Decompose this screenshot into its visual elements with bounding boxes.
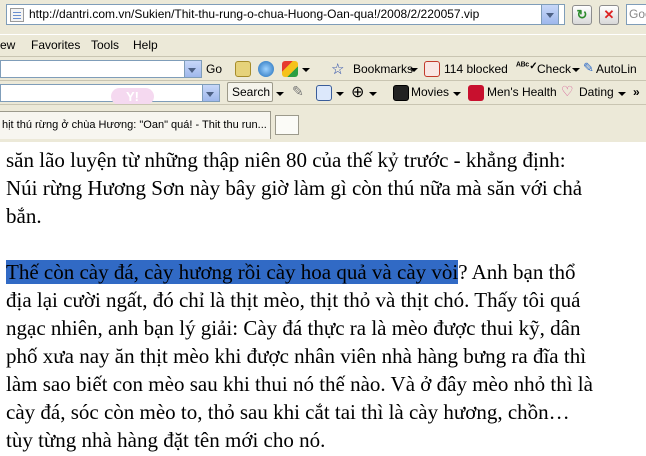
toolbar-combo[interactable] <box>0 60 202 78</box>
yahoo-logo: Y! <box>111 88 154 105</box>
refresh-button[interactable]: ↻ <box>572 5 592 25</box>
new-tab-button[interactable] <box>275 115 299 135</box>
article-line-11: tùy từng nhà hàng đặt tên mới cho nó. <box>6 428 326 452</box>
heart-icon: ♡ <box>561 83 574 99</box>
article-content: săn lão luyện từ những thập niên 80 của … <box>0 142 646 456</box>
tab-article[interactable]: hịt thú rừng ở chùa Hương: "Oan" quá! - … <box>0 111 271 139</box>
tab-bar: hịt thú rừng ở chùa Hương: "Oan" quá! - … <box>0 104 646 143</box>
url-text[interactable]: http://dantri.com.vn/Sukien/Thit-thu-run… <box>29 5 479 24</box>
menu-favorites[interactable]: Favorites <box>31 38 80 52</box>
chevron-down-icon[interactable] <box>453 92 461 96</box>
yahoo-toolbar: Y! Search ✎ ⊕ Movies Men's Health ♡ Dati… <box>0 80 646 105</box>
stop-button[interactable]: ✕ <box>599 5 619 25</box>
layout-icon[interactable] <box>316 85 332 101</box>
chevron-down-icon[interactable] <box>369 92 377 96</box>
more-icon[interactable]: » <box>633 85 640 99</box>
chevron-down-icon[interactable] <box>572 68 580 72</box>
chevron-down-icon[interactable] <box>276 92 284 96</box>
blocked-count[interactable]: 114 blocked <box>444 62 508 76</box>
chevron-down-icon[interactable] <box>336 92 344 96</box>
article-line-2: Núi rừng Hương Sơn này bây giờ làm gì cò… <box>6 176 583 200</box>
mail-icon[interactable] <box>235 61 251 77</box>
article-line-7: ngạc nhiên, anh bạn lý giải: Cày đá thực… <box>6 316 581 340</box>
selected-text[interactable]: Thế còn cày đá, cày hương rồi cày hoa qu… <box>6 260 459 284</box>
spellcheck-icon: ᴬᴮᶜ✓ <box>516 61 538 72</box>
browser-chrome: http://dantri.com.vn/Sukien/Thit-thu-run… <box>0 0 646 143</box>
article-line-8: phố xưa nay ăn thịt mèo khi được nhân vi… <box>6 344 587 368</box>
pencil-icon[interactable]: ✎ <box>292 83 304 100</box>
google-icon[interactable] <box>282 61 298 77</box>
chevron-down-icon[interactable] <box>302 68 310 72</box>
film-icon <box>393 85 409 101</box>
menu-view[interactable]: ew <box>0 38 15 52</box>
links-toolbar: Go ☆ Bookmarks 114 blocked ᴬᴮᶜ✓ Check ✎ … <box>0 56 646 81</box>
article-line-9: làm sao biết con mèo sau khi thui nó thế… <box>6 372 593 396</box>
address-dropdown-button[interactable] <box>541 4 559 25</box>
autolink-icon: ✎ <box>583 60 594 75</box>
bookmarks-button[interactable]: Bookmarks <box>353 62 413 76</box>
article-line-highlight: Thế còn cày đá, cày hương rồi cày hoa qu… <box>6 258 575 286</box>
chevron-down-icon[interactable] <box>202 85 219 101</box>
article-line-10: cày đá, sóc còn mèo to, thỏ sau khi cắt … <box>6 400 570 424</box>
address-bar[interactable]: http://dantri.com.vn/Sukien/Thit-thu-run… <box>6 4 565 25</box>
article-line-3: bắn. <box>6 204 42 228</box>
menshealth-icon <box>468 85 484 101</box>
yahoo-search-input[interactable]: Y! <box>0 84 220 105</box>
menshealth-button[interactable]: Men's Health <box>487 85 557 99</box>
address-row: http://dantri.com.vn/Sukien/Thit-thu-run… <box>0 0 646 30</box>
page-icon <box>10 8 24 22</box>
globe-icon[interactable] <box>258 61 274 77</box>
article-line-1: săn lão luyện từ những thập niên 80 của … <box>6 148 566 172</box>
dating-button[interactable]: Dating <box>579 85 614 99</box>
autolink-button[interactable]: AutoLin <box>596 62 637 76</box>
menu-bar: ew Favorites Tools Help <box>0 34 646 57</box>
star-icon: ☆ <box>331 61 345 78</box>
article-line-6: địa lại cười ngất, đó chỉ là thịt mèo, t… <box>6 288 581 312</box>
chevron-down-icon[interactable] <box>184 61 201 77</box>
check-button[interactable]: Check <box>537 62 571 76</box>
menu-help[interactable]: Help <box>133 38 158 52</box>
chevron-down-icon[interactable] <box>618 92 626 96</box>
menu-tools[interactable]: Tools <box>91 38 119 52</box>
go-button[interactable]: Go <box>206 62 222 76</box>
globe-icon[interactable]: ⊕ <box>351 82 364 102</box>
article-line-tail: ? Anh bạn thổ <box>458 260 576 284</box>
movies-button[interactable]: Movies <box>411 85 449 99</box>
popup-blocker-icon <box>424 61 440 77</box>
search-button[interactable]: Search <box>232 85 270 99</box>
chevron-down-icon[interactable] <box>410 68 418 72</box>
search-input[interactable]: Goo <box>626 4 646 25</box>
